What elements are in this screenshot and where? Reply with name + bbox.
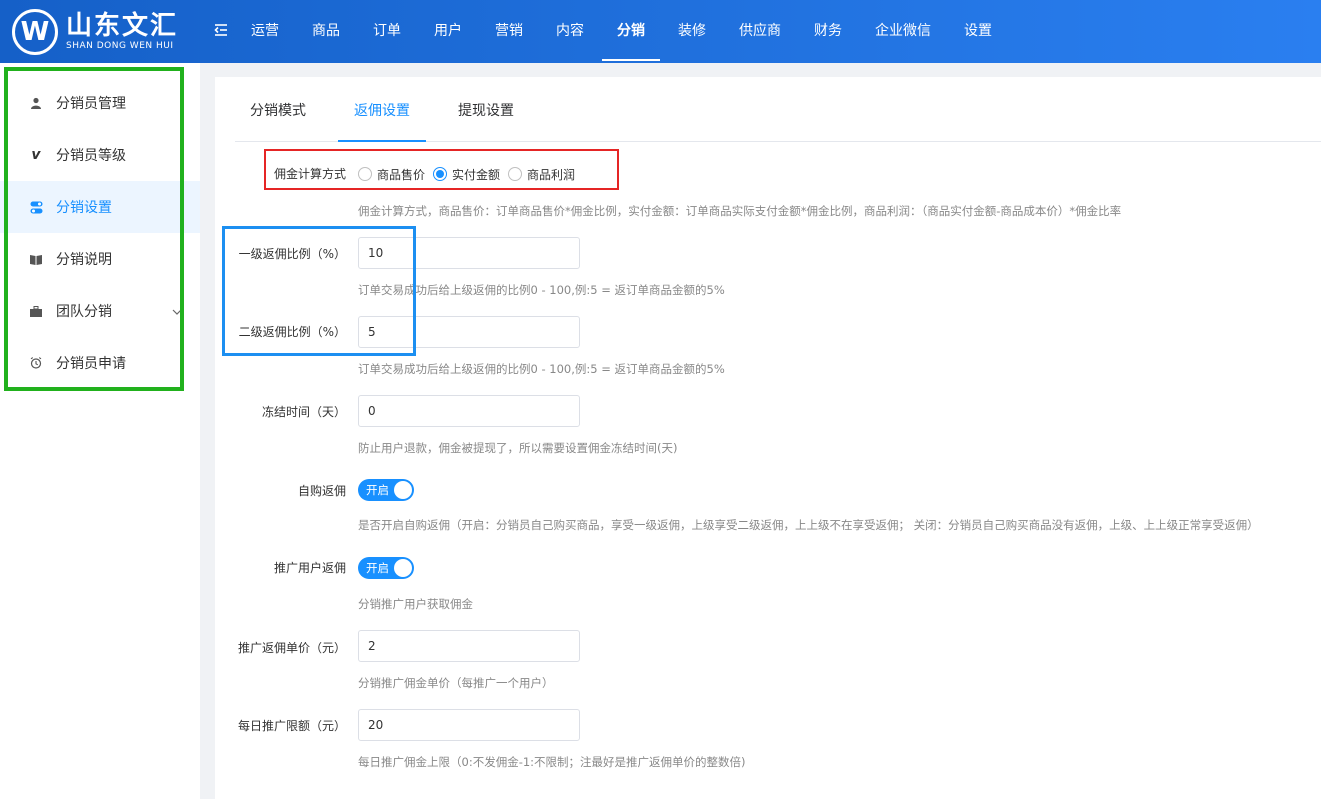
nav-item-operations[interactable]: 运营 [236,0,294,63]
tab-commission-settings[interactable]: 返佣设置 [338,77,426,142]
brand-name-en: SHAN DONG WEN HUI [66,41,174,51]
nav-item-marketing[interactable]: 营销 [480,0,538,63]
radio-product-profit[interactable]: 商品利润 [508,166,575,183]
promote-price-hint: 分销推广佣金单价（每推广一个用户） [358,676,554,690]
calc-method-radio-group: 商品售价 实付金额 商品利润 [358,165,583,183]
sidebar-item-label: 分销员管理 [56,96,126,112]
top-nav: 运营 商品 订单 用户 营销 内容 分销 装修 供应商 财务 企业微信 设置 [236,0,1010,63]
level1-label: 一级返佣比例（%） [238,247,346,261]
vimeo-icon: v [31,147,41,163]
calc-method-hint: 佣金计算方式，商品售价：订单商品售价*佣金比例，实付金额：订单商品实际支付金额*… [358,204,1122,218]
nav-item-products[interactable]: 商品 [297,0,355,63]
promote-price-input[interactable]: 2 [358,630,580,662]
nav-item-orders[interactable]: 订单 [358,0,416,63]
brand-logo[interactable]: W 山东文汇 SHAN DONG WEN HUI [12,7,188,57]
nav-item-suppliers[interactable]: 供应商 [724,0,796,63]
nav-item-distribution[interactable]: 分销 [602,0,660,63]
briefcase-icon [29,304,43,318]
calc-method-label: 佣金计算方式 [273,167,346,181]
user-icon [29,96,43,110]
promote-label: 推广用户返佣 [273,561,346,575]
sidebar: 分销员管理 v 分销员等级 分销设置 分销说明 团队分销 分销员申请 [0,63,200,799]
logo-mark: W [12,9,58,55]
self-buy-switch[interactable]: 开启 [358,479,414,501]
nav-item-wecom[interactable]: 企业微信 [860,0,946,63]
nav-item-decoration[interactable]: 装修 [663,0,721,63]
top-header: W 山东文汇 SHAN DONG WEN HUI 运营 商品 订单 用户 营销 … [0,0,1321,63]
daily-limit-hint: 每日推广佣金上限（0:不发佣金-1:不限制；注最好是推广返佣单价的整数倍) [358,755,746,769]
sidebar-item-team-distribution[interactable]: 团队分销 [0,285,200,337]
sidebar-item-distributor-management[interactable]: 分销员管理 [0,77,200,129]
promote-hint: 分销推广用户获取佣金 [358,597,473,611]
sidebar-item-label: 分销员申请 [56,356,126,372]
freeze-days-input[interactable]: 0 [358,395,580,427]
radio-paid-amount[interactable]: 实付金额 [433,166,500,183]
sidebar-item-label: 分销说明 [56,252,112,268]
sidebar-item-distributor-application[interactable]: 分销员申请 [0,337,200,389]
settings-tabs: 分销模式 返佣设置 提现设置 [235,77,1321,142]
freeze-hint: 防止用户退款，佣金被提现了，所以需要设置佣金冻结时间(天) [358,441,678,455]
level2-rate-input[interactable]: 5 [358,316,580,348]
nav-item-users[interactable]: 用户 [419,0,477,63]
promote-switch[interactable]: 开启 [358,557,414,579]
self-buy-label: 自购返佣 [297,484,346,498]
menu-collapse-icon[interactable] [213,22,229,38]
tab-withdraw-settings[interactable]: 提现设置 [458,77,514,141]
nav-item-settings[interactable]: 设置 [949,0,1007,63]
book-icon [29,252,43,266]
level1-rate-input[interactable]: 10 [358,237,580,269]
level1-hint: 订单交易成功后给上级返佣的比例0 - 100,例:5 = 返订单商品金额的5% [358,283,725,297]
sidebar-item-distribution-guide[interactable]: 分销说明 [0,233,200,285]
freeze-label: 冻结时间（天） [261,405,346,419]
radio-product-price[interactable]: 商品售价 [358,166,425,183]
tab-distribution-mode[interactable]: 分销模式 [250,77,306,141]
self-buy-hint: 是否开启自购返佣（开启：分销员自己购买商品，享受一级返佣，上级享受二级返佣，上上… [358,518,1259,532]
sidebar-item-label: 分销设置 [56,200,112,216]
nav-item-finance[interactable]: 财务 [799,0,857,63]
level2-hint: 订单交易成功后给上级返佣的比例0 - 100,例:5 = 返订单商品金额的5% [358,362,725,376]
chevron-down-icon [172,305,182,318]
sidebar-item-label: 分销员等级 [56,148,126,164]
daily-limit-label: 每日推广限额（元） [237,719,346,733]
promote-price-label: 推广返佣单价（元） [237,641,346,655]
sidebar-item-label: 团队分销 [56,304,112,320]
sidebar-item-distributor-level[interactable]: v 分销员等级 [0,129,200,181]
toggle-icon [29,200,43,214]
nav-item-content[interactable]: 内容 [541,0,599,63]
level2-label: 二级返佣比例（%） [238,325,346,339]
brand-name: 山东文汇 [66,11,179,41]
alarm-clock-icon [29,356,43,370]
sidebar-item-distribution-settings[interactable]: 分销设置 [0,181,200,233]
daily-limit-input[interactable]: 20 [358,709,580,741]
